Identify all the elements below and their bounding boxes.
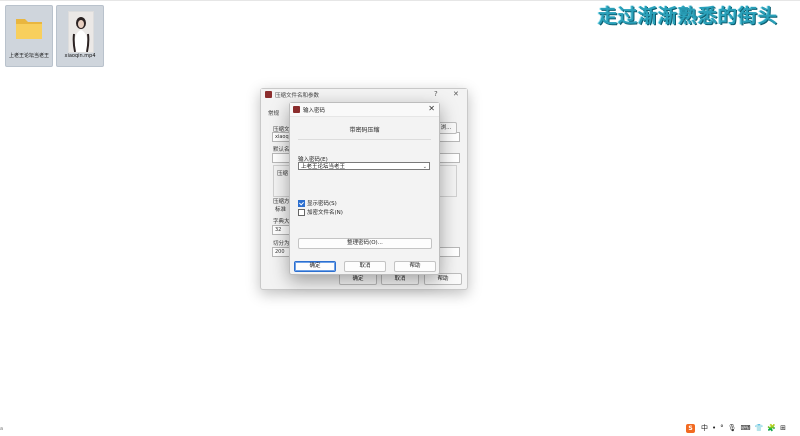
microphone-icon[interactable]: 🎙 — [728, 424, 737, 432]
desktop-video-label: xiaoqin.mp4 — [64, 53, 96, 59]
password-dialog-title: 输入密码 — [303, 108, 326, 114]
edge-text: a — [0, 426, 4, 432]
password-input-value: 上老王论坛当老王 — [301, 164, 346, 170]
keyboard-icon[interactable]: ⌨ — [741, 424, 751, 432]
folder-icon — [16, 19, 42, 39]
password-dialog: 输入密码 ✕ 带密码压缩 输入密码(E) 上老王论坛当老王 ⌄ 显示密码(S) … — [289, 102, 440, 275]
dictionary-label: 字典大 — [273, 219, 290, 225]
method-label: 压缩方 — [273, 199, 290, 205]
password-ok-button[interactable]: 确定 — [294, 261, 336, 272]
show-password-label: 显示密码(S) — [307, 201, 337, 207]
split-label: 切分为 — [273, 241, 290, 247]
show-password-checkbox[interactable] — [298, 199, 305, 207]
help-question-button[interactable]: ? — [434, 90, 438, 98]
tab-general[interactable]: 常规 — [268, 109, 279, 117]
skin-icon[interactable]: 👕 — [755, 424, 764, 432]
organize-passwords-button[interactable]: 整理密码(O)... — [298, 238, 432, 249]
watermark-text: 走过渐渐熟悉的街头 — [598, 5, 779, 27]
grid-menu-icon[interactable]: ⊞ — [780, 424, 786, 432]
default-profile-label: 默认名 — [273, 147, 290, 153]
password-help-button[interactable]: 帮助 — [394, 261, 436, 272]
desktop-folder-label: 上老王论坛当老王 — [8, 53, 49, 59]
show-password-checkbox-row[interactable]: 显示密码(S) — [298, 199, 337, 207]
video-thumbnail — [68, 11, 94, 53]
toolbox-icon[interactable]: 🧩 — [767, 424, 776, 432]
archive-dialog-close-button[interactable]: ✕ — [453, 90, 459, 98]
sogou-ime-icon[interactable]: S — [686, 423, 695, 433]
chevron-down-icon[interactable]: ⌄ — [423, 163, 427, 171]
encrypt-names-label: 加密文件名(N) — [307, 210, 343, 216]
encrypt-names-checkbox-row[interactable]: 加密文件名(N) — [298, 208, 343, 216]
format-group-label: 压缩 — [277, 171, 289, 177]
winrar-app-icon — [265, 91, 272, 98]
password-dialog-titlebar: 输入密码 ✕ — [290, 103, 439, 117]
password-input[interactable]: 上老王论坛当老王 ⌄ — [298, 162, 430, 170]
method-value[interactable]: 标准 — [275, 205, 286, 213]
password-dialog-close-button[interactable]: ✕ — [428, 104, 435, 113]
desktop-video-file[interactable]: xiaoqin.mp4 — [56, 5, 104, 67]
punctuation-icon[interactable]: • — [712, 424, 716, 432]
archive-dialog-title: 压缩文件名和参数 — [275, 93, 320, 99]
encrypt-names-checkbox[interactable] — [298, 208, 305, 216]
system-tray: S 中 • ° 🎙 ⌨ 👕 🧩 ⊞ — [686, 422, 790, 434]
desktop-folder-icon[interactable]: 上老王论坛当老王 — [5, 5, 53, 67]
halfwidth-icon[interactable]: ° — [720, 424, 724, 432]
winrar-app-icon — [293, 106, 300, 113]
ime-language-indicator[interactable]: 中 — [701, 423, 708, 433]
password-heading: 带密码压缩 — [349, 127, 380, 134]
password-cancel-button[interactable]: 取消 — [344, 261, 386, 272]
divider — [298, 139, 431, 140]
archive-dialog-titlebar: 压缩文件名和参数 ? ✕ — [261, 89, 467, 101]
